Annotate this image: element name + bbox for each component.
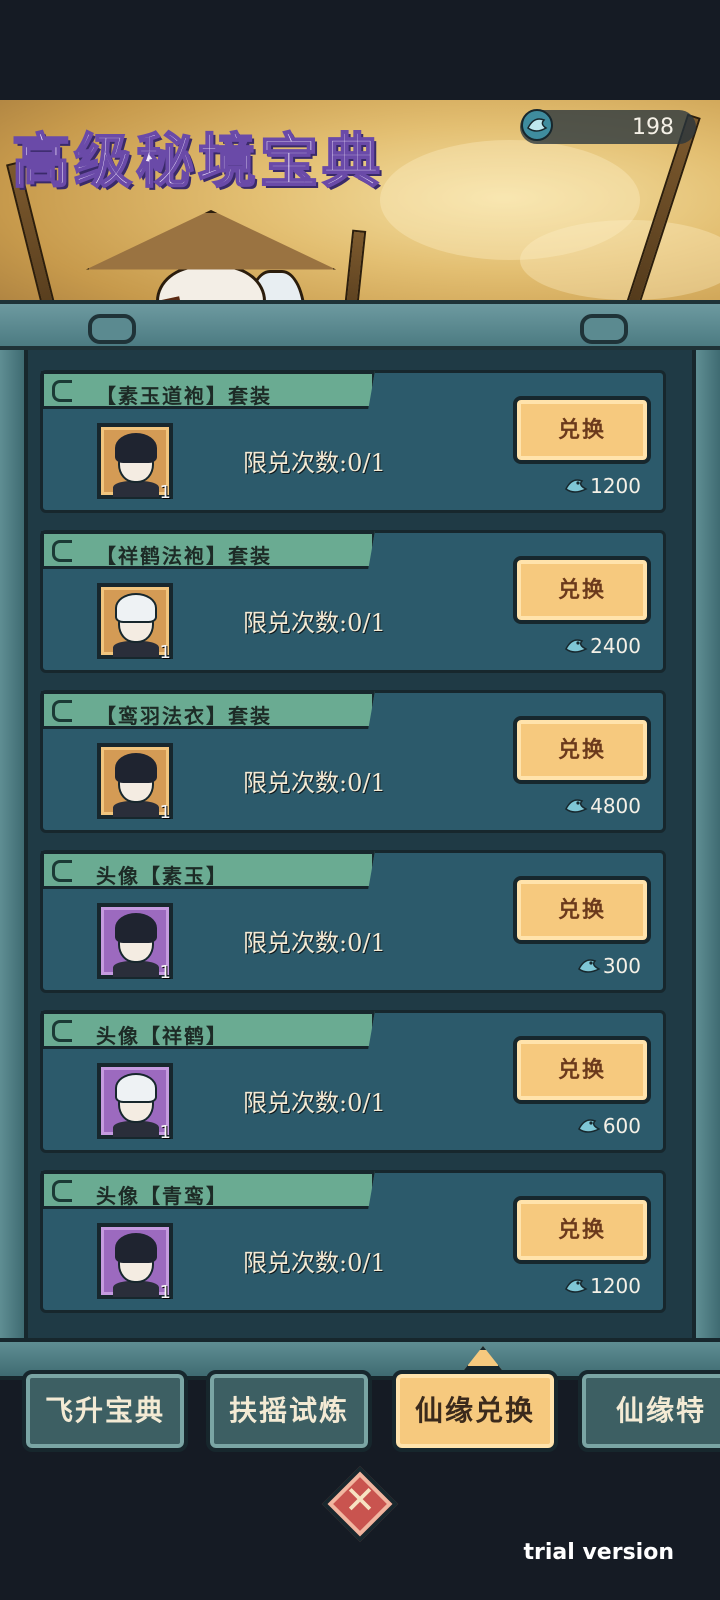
item-name: 【鸾羽法衣】套装 <box>96 704 272 728</box>
item-name: 【素玉道袍】套装 <box>96 384 272 408</box>
item-thumbnail[interactable]: 1 <box>97 1223 173 1303</box>
tab-bar: 飞升宝典 扶摇试炼 仙缘兑换 仙缘特 <box>0 1370 720 1456</box>
item-name: 头像【青鸾】 <box>96 1184 228 1208</box>
spirit-bird-currency-icon <box>565 479 588 493</box>
item-thumbnail[interactable]: 1 <box>97 743 173 823</box>
item-quantity: 1 <box>159 482 171 503</box>
panel-frame-top <box>0 300 720 350</box>
item-thumbnail[interactable]: 1 <box>97 1063 173 1143</box>
exchange-button-label: 兑换 <box>557 737 606 763</box>
status-bar-area <box>0 0 720 100</box>
trial-version-watermark: trial version <box>523 1540 674 1565</box>
exchange-button-label: 兑换 <box>557 417 606 443</box>
item-quantity: 1 <box>159 802 171 823</box>
exchange-limit-text: 限兑次数:0/1 <box>243 1249 386 1277</box>
item-name-tag: 【素玉道袍】套装 <box>41 371 375 409</box>
tab-label: 扶摇试炼 <box>228 1394 349 1427</box>
spirit-bird-currency-icon <box>521 109 553 141</box>
tab-label: 仙缘兑换 <box>414 1394 535 1427</box>
page-title: 高级秘境宝典 <box>11 126 385 196</box>
spirit-bird-currency-icon <box>565 639 588 653</box>
list-item: 【鸾羽法衣】套装 1 限兑次数:0/1 兑换 4800 <box>40 690 666 833</box>
frame-ornament <box>88 314 136 344</box>
price-value: 1200 <box>590 1274 641 1298</box>
exchange-button-label: 兑换 <box>557 897 606 923</box>
swirl-icon <box>52 700 72 722</box>
frame-ornament <box>580 314 628 344</box>
item-thumbnail[interactable]: 1 <box>97 423 173 503</box>
exchange-limit-text: 限兑次数:0/1 <box>243 769 386 797</box>
item-thumbnail[interactable]: 1 <box>97 903 173 983</box>
swirl-icon <box>52 860 72 882</box>
exchange-limit-text: 限兑次数:0/1 <box>243 609 386 637</box>
swirl-icon <box>52 380 72 402</box>
price-value: 600 <box>602 1114 641 1138</box>
item-price: 600 <box>577 1111 641 1141</box>
item-price: 4800 <box>564 791 641 821</box>
item-price: 1200 <box>564 471 641 501</box>
exchange-button[interactable]: 兑换 <box>513 876 651 944</box>
item-name-tag: 【祥鹤法袍】套装 <box>41 531 375 569</box>
exchange-list[interactable]: 【素玉道袍】套装 1 限兑次数:0/1 兑换 1200 【祥鹤法袍】套装 1 限… <box>40 370 666 1330</box>
currency-display: 198 <box>520 109 696 144</box>
price-value: 4800 <box>590 794 641 818</box>
exchange-button[interactable]: 兑换 <box>513 396 651 464</box>
item-price: 1200 <box>564 1271 641 1301</box>
spirit-bird-currency-icon <box>565 799 588 813</box>
swirl-icon <box>52 1020 72 1042</box>
spirit-bird-currency-icon <box>565 1279 588 1293</box>
item-name-tag: 头像【祥鹤】 <box>41 1011 375 1049</box>
item-quantity: 1 <box>159 1282 171 1303</box>
item-quantity: 1 <box>159 962 171 983</box>
item-quantity: 1 <box>159 642 171 663</box>
exchange-limit-text: 限兑次数:0/1 <box>243 449 386 477</box>
tab-label: 仙缘特 <box>615 1394 706 1427</box>
item-name-tag: 头像【青鸾】 <box>41 1171 375 1209</box>
price-value: 1200 <box>590 474 641 498</box>
item-name: 【祥鹤法袍】套装 <box>96 544 272 568</box>
tab-4[interactable]: 仙缘特 <box>578 1370 720 1452</box>
swirl-icon <box>52 540 72 562</box>
list-item: 头像【素玉】 1 限兑次数:0/1 兑换 300 <box>40 850 666 993</box>
frame-pillar-right <box>696 350 720 1340</box>
exchange-button[interactable]: 兑换 <box>513 556 651 624</box>
item-name: 头像【祥鹤】 <box>96 1024 228 1048</box>
tab-1[interactable]: 飞升宝典 <box>22 1370 188 1452</box>
tab-3[interactable]: 仙缘兑换 <box>392 1370 558 1452</box>
currency-value: 198 <box>632 115 674 140</box>
tab-label: 飞升宝典 <box>44 1394 165 1427</box>
list-item: 头像【青鸾】 1 限兑次数:0/1 兑换 1200 <box>40 1170 666 1313</box>
exchange-button-label: 兑换 <box>557 1217 606 1243</box>
list-item: 【素玉道袍】套装 1 限兑次数:0/1 兑换 1200 <box>40 370 666 513</box>
exchange-button[interactable]: 兑换 <box>513 1196 651 1264</box>
frame-pillar-left <box>0 350 24 1340</box>
exchange-button[interactable]: 兑换 <box>513 716 651 784</box>
item-name-tag: 头像【素玉】 <box>41 851 375 889</box>
item-name-tag: 【鸾羽法衣】套装 <box>41 691 375 729</box>
item-thumbnail[interactable]: 1 <box>97 583 173 663</box>
item-quantity: 1 <box>159 1122 171 1143</box>
list-item: 【祥鹤法袍】套装 1 限兑次数:0/1 兑换 2400 <box>40 530 666 673</box>
item-price: 300 <box>577 951 641 981</box>
close-button[interactable]: ✕ <box>321 1465 399 1543</box>
list-item: 头像【祥鹤】 1 限兑次数:0/1 兑换 600 <box>40 1010 666 1153</box>
spirit-bird-currency-icon <box>577 1119 601 1133</box>
price-value: 300 <box>602 954 641 978</box>
swirl-icon <box>52 1180 72 1202</box>
cloud-decoration <box>520 220 720 300</box>
price-value: 2400 <box>590 634 641 658</box>
item-price: 2400 <box>564 631 641 661</box>
exchange-button-label: 兑换 <box>557 1057 606 1083</box>
tab-2[interactable]: 扶摇试炼 <box>206 1370 372 1452</box>
exchange-button-label: 兑换 <box>557 577 606 603</box>
exchange-button[interactable]: 兑换 <box>513 1036 651 1104</box>
item-name: 头像【素玉】 <box>96 864 228 888</box>
spirit-bird-currency-icon <box>577 959 601 973</box>
close-x-icon: ✕ <box>344 1478 376 1522</box>
exchange-limit-text: 限兑次数:0/1 <box>243 929 386 957</box>
exchange-limit-text: 限兑次数:0/1 <box>243 1089 386 1117</box>
